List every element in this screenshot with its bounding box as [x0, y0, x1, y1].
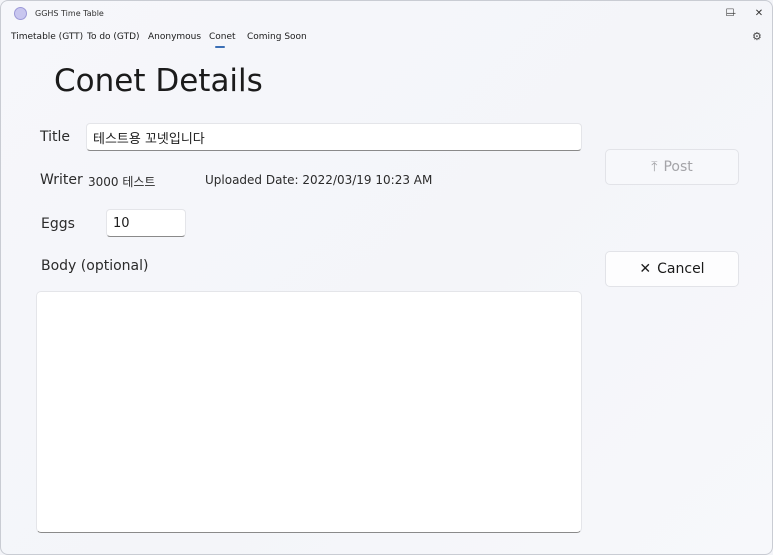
- gear-icon[interactable]: ⚙: [752, 30, 762, 43]
- post-button[interactable]: ⤒ Post: [605, 149, 739, 185]
- nav-bar: Timetable (GTT) To do (GTD) Anonymous Co…: [1, 29, 772, 51]
- cancel-button[interactable]: ✕ Cancel: [605, 251, 739, 287]
- tab-timetable[interactable]: Timetable (GTT): [11, 32, 83, 42]
- eggs-input[interactable]: 10: [106, 209, 186, 237]
- writer-label: Writer: [40, 172, 83, 188]
- writer-value: 3000 테스트: [88, 175, 156, 189]
- eggs-label: Eggs: [41, 216, 75, 232]
- app-window: GGHS Time Table — ☐ ✕ Timetable (GTT) To…: [0, 0, 773, 555]
- close-icon: ✕: [639, 261, 652, 277]
- tab-selected-indicator: [215, 46, 225, 48]
- title-input[interactable]: 테스트용 꼬넷입니다: [86, 123, 582, 151]
- app-title: GGHS Time Table: [35, 9, 104, 18]
- maximize-button[interactable]: ☐: [716, 1, 744, 25]
- uploaded-date: Uploaded Date: 2022/03/19 10:23 AM: [205, 173, 433, 187]
- tab-anonymous[interactable]: Anonymous: [148, 32, 201, 42]
- tab-coming-soon[interactable]: Coming Soon: [247, 32, 307, 42]
- title-bar: GGHS Time Table — ☐ ✕: [1, 1, 772, 27]
- title-label: Title: [40, 129, 71, 145]
- cancel-button-label: Cancel: [657, 261, 705, 277]
- body-textarea[interactable]: [36, 291, 582, 533]
- app-logo-icon: [14, 7, 27, 20]
- close-button[interactable]: ✕: [745, 1, 772, 25]
- upload-arrow-icon: ⤒: [651, 159, 658, 175]
- post-button-label: Post: [663, 159, 693, 175]
- body-label: Body (optional): [41, 258, 149, 274]
- tab-todo[interactable]: To do (GTD): [87, 32, 140, 42]
- page-title: Conet Details: [54, 63, 263, 99]
- tab-conet[interactable]: Conet: [209, 32, 236, 42]
